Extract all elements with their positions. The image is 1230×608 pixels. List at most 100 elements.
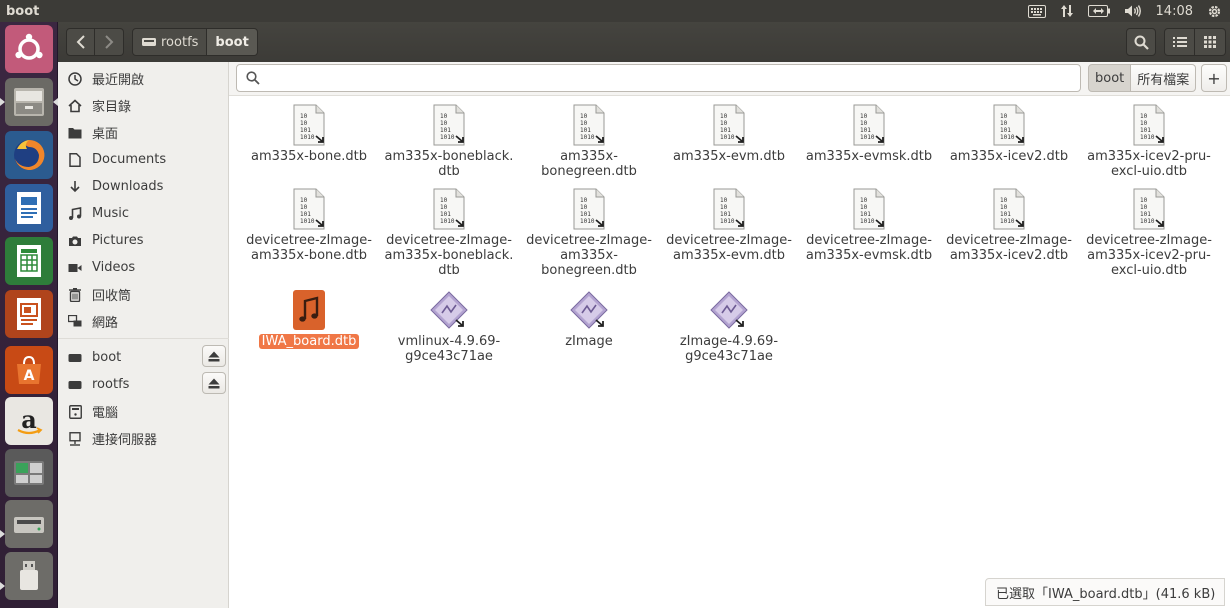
back-button[interactable] <box>66 28 95 56</box>
sidebar-item-label: 回收筒 <box>92 289 132 304</box>
file-name: devicetree-zImage- am335x-bone.dtb <box>246 233 372 263</box>
svg-text:101: 101 <box>1140 127 1151 134</box>
sidebar-item-boot[interactable]: boot <box>58 344 229 371</box>
amazon-icon[interactable]: a <box>5 397 53 445</box>
file-item[interactable]: 10 10 101 1010 devicetree-zImage- am335x-ice… <box>1079 187 1219 278</box>
keyboard-icon[interactable] <box>1027 4 1046 18</box>
sidebar-item-computer[interactable]: 電腦 <box>58 398 229 425</box>
executable-file-icon <box>709 288 749 332</box>
search-button[interactable] <box>1126 28 1156 56</box>
sidebar-item-network[interactable]: 網路 <box>58 308 229 335</box>
file-item[interactable]: 10 10 101 1010 am335x-icev2.dtb <box>939 103 1079 164</box>
usb-drive-icon[interactable] <box>5 552 53 600</box>
sidebar-item-connect-server[interactable]: 連接伺服器 <box>58 425 229 452</box>
search-field[interactable] <box>236 64 1081 92</box>
binary-file-icon: 10 10 101 1010 <box>849 103 889 147</box>
file-item[interactable]: 10 10 101 1010 devicetree-zImage- am335x-bon… <box>239 187 379 263</box>
sidebar-item-desktop[interactable]: 桌面 <box>58 119 229 146</box>
svg-text:10: 10 <box>1000 204 1008 211</box>
file-item[interactable]: 10 10 101 1010 devicetree-zImage- am335x- bo… <box>519 187 659 278</box>
calc-icon[interactable] <box>5 237 53 285</box>
impress-icon[interactable] <box>5 290 53 338</box>
binary-file-icon: 10 10 101 1010 <box>709 187 749 231</box>
add-search-criteria-button[interactable]: + <box>1201 64 1227 92</box>
sidebar-item-label: Downloads <box>92 179 164 194</box>
file-item[interactable]: 10 10 101 1010 devicetree-zImage- am335x-bon… <box>379 187 519 278</box>
svg-text:10: 10 <box>440 197 448 204</box>
firefox-icon[interactable] <box>5 131 53 179</box>
file-name: zImage <box>565 334 613 349</box>
svg-text:10: 10 <box>1000 120 1008 127</box>
svg-text:10: 10 <box>440 204 448 211</box>
network-arrows-icon[interactable] <box>1060 4 1074 18</box>
gear-icon[interactable] <box>1207 4 1222 19</box>
sidebar-item-recent[interactable]: 最近開啟 <box>58 65 229 92</box>
sidebar-item-music[interactable]: Music <box>58 200 229 227</box>
indicator-area: 14:08 <box>1027 4 1230 19</box>
file-item[interactable]: 10 10 101 1010 am335x- bonegreen.dtb <box>519 103 659 179</box>
clock-text[interactable]: 14:08 <box>1156 4 1193 19</box>
sidebar-item-label: 連接伺服器 <box>92 433 158 448</box>
svg-text:1010: 1010 <box>440 218 455 225</box>
download-icon <box>67 179 83 195</box>
eject-rootfs-button[interactable] <box>202 372 226 394</box>
file-item[interactable]: 10 10 101 1010 devicetree-zImage- am335x-evm… <box>799 187 939 263</box>
sidebar-item-downloads[interactable]: Downloads <box>58 173 229 200</box>
search-input[interactable] <box>268 70 1080 86</box>
scope-all-files-button[interactable]: 所有檔案 <box>1131 64 1197 92</box>
binary-file-icon: 10 10 101 1010 <box>709 103 749 147</box>
scope-current-folder-button[interactable]: boot <box>1088 64 1132 92</box>
file-item[interactable]: 10 10 101 1010 am335x-bone.dtb <box>239 103 379 164</box>
chevron-left-icon <box>76 35 85 49</box>
binary-file-icon: 10 10 101 1010 <box>989 103 1029 147</box>
file-item[interactable]: vmlinux-4.9.69- g9ce43c71ae <box>379 288 519 364</box>
writer-icon[interactable] <box>5 184 53 232</box>
eject-boot-button[interactable] <box>202 345 226 367</box>
view-options-button[interactable] <box>1195 28 1226 56</box>
sidebar-item-home[interactable]: 家目錄 <box>58 92 229 119</box>
eject-icon <box>208 351 220 361</box>
list-view-button[interactable] <box>1164 28 1195 56</box>
file-item[interactable]: zImage <box>519 288 659 349</box>
file-item[interactable]: IWA_board.dtb <box>239 288 379 349</box>
sidebar-item-trash[interactable]: 回收筒 <box>58 281 229 308</box>
battery-icon[interactable] <box>1087 5 1110 17</box>
svg-text:1010: 1010 <box>1000 218 1015 225</box>
svg-text:10: 10 <box>720 120 728 127</box>
sidebar-item-rootfs[interactable]: rootfs <box>58 371 229 398</box>
file-name: IWA_board.dtb <box>258 334 360 349</box>
sidebar-item-videos[interactable]: Videos <box>58 254 229 281</box>
file-item[interactable]: 10 10 101 1010 am335x-evmsk.dtb <box>799 103 939 164</box>
file-manager-icon[interactable] <box>5 78 53 126</box>
svg-text:10: 10 <box>1140 113 1148 120</box>
dash-home-icon[interactable] <box>5 25 53 73</box>
sidebar-item-documents[interactable]: Documents <box>58 146 229 173</box>
file-item[interactable]: 10 10 101 1010 am335x-evm.dtb <box>659 103 799 164</box>
workspace-switcher-icon[interactable] <box>5 449 53 497</box>
svg-text:10: 10 <box>580 204 588 211</box>
breadcrumb-label: rootfs <box>161 34 199 50</box>
svg-text:101: 101 <box>720 211 731 218</box>
file-name: am335x-bone.dtb <box>250 149 367 164</box>
breadcrumb-rootfs[interactable]: rootfs <box>132 28 208 56</box>
file-name: devicetree-zImage- am335x- bonegreen.dtb <box>526 233 652 278</box>
drive-boot-icon[interactable] <box>5 500 53 548</box>
software-center-icon[interactable]: A <box>5 346 53 394</box>
file-item[interactable]: 10 10 101 1010 am335x-boneblack. dtb <box>379 103 519 179</box>
volume-icon[interactable] <box>1124 4 1142 18</box>
svg-text:1010: 1010 <box>1140 134 1155 141</box>
forward-button[interactable] <box>95 28 124 56</box>
file-item[interactable]: 10 10 101 1010 am335x-icev2-pru- excl-uio.dt… <box>1079 103 1219 179</box>
svg-text:10: 10 <box>720 113 728 120</box>
svg-text:10: 10 <box>720 197 728 204</box>
svg-text:10: 10 <box>300 113 308 120</box>
sidebar-item-label: 最近開啟 <box>92 73 145 88</box>
svg-text:101: 101 <box>720 127 731 134</box>
file-item[interactable]: 10 10 101 1010 devicetree-zImage- am335x-ice… <box>939 187 1079 263</box>
file-item[interactable]: zImage-4.9.69- g9ce43c71ae <box>659 288 799 364</box>
sidebar-item-label: Documents <box>92 152 167 167</box>
file-name: devicetree-zImage- am335x-evm.dtb <box>666 233 792 263</box>
file-item[interactable]: 10 10 101 1010 devicetree-zImage- am335x-evm… <box>659 187 799 263</box>
sidebar-item-pictures[interactable]: Pictures <box>58 227 229 254</box>
breadcrumb-boot[interactable]: boot <box>207 28 258 56</box>
